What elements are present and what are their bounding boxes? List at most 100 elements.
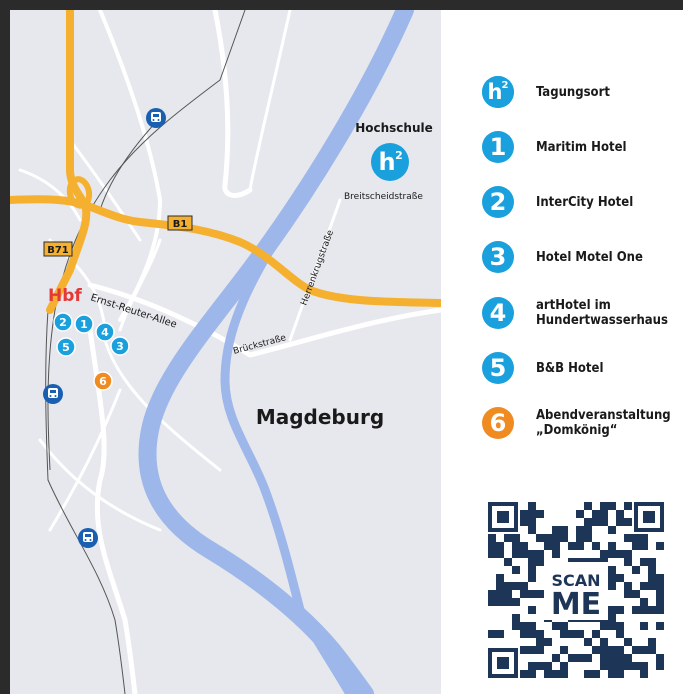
- logo-letter: h: [378, 148, 395, 176]
- qr-module: [656, 598, 664, 606]
- qr-module: [560, 630, 568, 638]
- qr-module: [576, 542, 584, 550]
- svg-text:2: 2: [502, 80, 509, 91]
- legend-label: Hotel Motel One: [536, 249, 643, 265]
- qr-module: [520, 518, 528, 526]
- qr-module: [640, 670, 648, 678]
- legend-badge: 5: [482, 352, 514, 384]
- qr-module: [640, 558, 648, 566]
- hotel-marker-1[interactable]: 1: [74, 314, 94, 334]
- qr-module: [496, 598, 504, 606]
- qr-module: [600, 638, 608, 646]
- qr-module: [544, 662, 552, 670]
- qr-module: [624, 502, 632, 510]
- qr-module: [608, 670, 616, 678]
- qr-module: [648, 606, 656, 614]
- qr-module: [512, 550, 520, 558]
- qr-module: [520, 670, 528, 678]
- city-map: B1 B71 Ernst-Reuter-Allee Brückstraße He…: [10, 10, 441, 694]
- qr-module: [544, 638, 552, 646]
- qr-module: [608, 566, 616, 574]
- qr-module: [592, 510, 600, 518]
- qr-module: [512, 614, 520, 622]
- map-canvas: B1 B71 Ernst-Reuter-Allee Brückstraße He…: [10, 10, 441, 694]
- qr-module: [592, 542, 600, 550]
- qr-module: [512, 582, 520, 590]
- qr-module: [616, 646, 624, 654]
- qr-module: [504, 534, 512, 542]
- qr-module: [632, 542, 640, 550]
- qr-module: [656, 542, 664, 550]
- legend-item-6: 6 Abendveranstaltung „Domkönig“: [482, 407, 671, 439]
- qr-module: [552, 654, 560, 662]
- qr-module: [536, 590, 544, 598]
- river-elbe: [138, 10, 414, 694]
- breitscheidstrasse-label: Breitscheidstraße: [344, 192, 423, 202]
- legend-label: Maritim Hotel: [536, 139, 627, 155]
- qr-module: [504, 590, 512, 598]
- legend-item-1: 1 Maritim Hotel: [482, 131, 627, 163]
- hochschule-logo-marker[interactable]: h 2: [371, 143, 409, 181]
- qr-module: [624, 638, 632, 646]
- train-station-icon[interactable]: [43, 384, 63, 404]
- qr-module: [488, 542, 496, 550]
- qr-module: [632, 606, 640, 614]
- qr-module: [520, 646, 528, 654]
- legend-badge: 6: [482, 407, 514, 439]
- qr-module: [576, 630, 584, 638]
- qr-module: [528, 502, 536, 510]
- qr-module: [512, 622, 520, 630]
- qr-module: [528, 646, 536, 654]
- qr-module: [608, 614, 616, 622]
- qr-me-text: ME: [551, 587, 601, 622]
- qr-module: [520, 630, 528, 638]
- qr-module: [600, 518, 608, 526]
- qr-module: [600, 646, 608, 654]
- qr-module: [616, 654, 624, 662]
- hotel-marker-6[interactable]: 6: [93, 371, 113, 391]
- qr-module: [624, 518, 632, 526]
- qr-module: [656, 662, 664, 670]
- qr-module: [520, 582, 528, 590]
- qr-module: [624, 654, 632, 662]
- qr-module: [648, 638, 656, 646]
- qr-module: [576, 534, 584, 542]
- qr-module: [560, 646, 568, 654]
- qr-module: [552, 542, 560, 550]
- qr-module: [624, 550, 632, 558]
- qr-module: [496, 630, 504, 638]
- qr-module: [592, 518, 600, 526]
- hotel-marker-4[interactable]: 4: [95, 322, 115, 342]
- qr-module: [640, 662, 648, 670]
- road-shield-b1: B1: [167, 215, 193, 231]
- city-label: Magdeburg: [256, 405, 384, 429]
- qr-module: [600, 510, 608, 518]
- qr-module: [608, 662, 616, 670]
- qr-module: [528, 630, 536, 638]
- qr-module: [624, 534, 632, 542]
- qr-module: [512, 566, 520, 574]
- qr-module: [600, 654, 608, 662]
- hbf-label: Hbf: [48, 286, 82, 306]
- qr-module: [552, 550, 560, 558]
- train-station-icon[interactable]: [78, 528, 98, 548]
- h2-logo-icon: h 2: [482, 76, 514, 108]
- qr-module: [632, 566, 640, 574]
- road-shield-b71: B71: [43, 241, 73, 257]
- legend-item-tagungsort: h 2 Tagungsort: [482, 76, 610, 108]
- train-station-icon[interactable]: [146, 108, 166, 128]
- hotel-marker-number: 5: [62, 341, 70, 354]
- qr-code[interactable]: SCAN ME: [488, 502, 664, 678]
- hotel-marker-3[interactable]: 3: [110, 336, 130, 356]
- qr-module: [584, 638, 592, 646]
- legend-label: Tagungsort: [536, 84, 610, 100]
- qr-module: [528, 662, 536, 670]
- qr-module: [536, 550, 544, 558]
- qr-module: [560, 670, 568, 678]
- hotel-marker-2[interactable]: 2: [53, 312, 73, 332]
- hotel-marker-5[interactable]: 5: [56, 337, 76, 357]
- qr-module: [592, 646, 600, 654]
- qr-module: [608, 550, 616, 558]
- qr-module: [640, 582, 648, 590]
- qr-module: [616, 662, 624, 670]
